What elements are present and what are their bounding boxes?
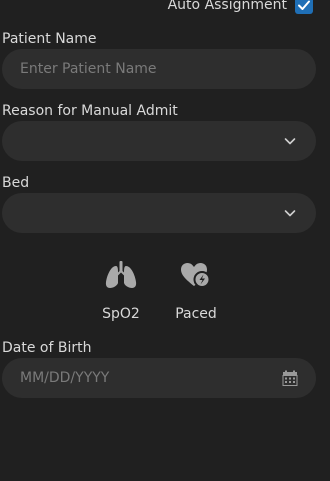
spo2-label: SpO2	[102, 306, 140, 322]
dob-input[interactable]	[2, 370, 270, 386]
chevron-down-icon	[284, 138, 296, 145]
auto-assignment-checkbox[interactable]	[295, 0, 313, 14]
auto-assignment-label: Auto Assignment	[167, 0, 287, 13]
reason-select[interactable]	[2, 121, 316, 161]
patient-name-field[interactable]	[2, 49, 316, 89]
heart-pacer-icon	[181, 263, 211, 288]
paced-toggle[interactable]: Paced	[166, 260, 226, 322]
chevron-down-icon	[284, 210, 296, 217]
calendar-icon[interactable]	[282, 370, 298, 386]
paced-label: Paced	[175, 306, 217, 322]
patient-name-input[interactable]	[2, 61, 270, 77]
dob-label: Date of Birth	[2, 340, 92, 356]
patient-name-label: Patient Name	[2, 31, 97, 47]
monitor-flags: SpO2 Paced	[0, 260, 330, 330]
auto-assignment-row: Auto Assignment	[168, 0, 313, 16]
spo2-toggle[interactable]: SpO2	[91, 260, 151, 322]
lungs-icon	[105, 261, 137, 288]
dob-field[interactable]	[2, 358, 316, 398]
bed-select[interactable]	[2, 193, 316, 233]
checkmark-icon	[298, 0, 310, 10]
reason-label: Reason for Manual Admit	[2, 103, 178, 119]
bed-label: Bed	[2, 175, 30, 191]
